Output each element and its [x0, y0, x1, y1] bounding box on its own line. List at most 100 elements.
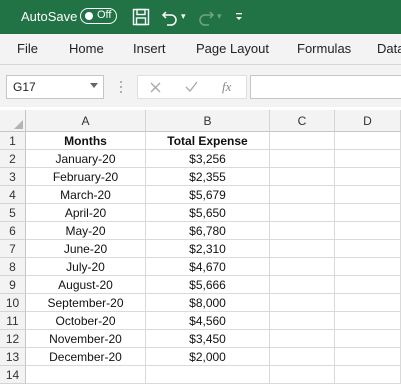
- expense-cell[interactable]: $5,666: [146, 276, 270, 294]
- month-cell[interactable]: February-20: [26, 168, 146, 186]
- empty-cell[interactable]: [270, 240, 335, 258]
- empty-cell[interactable]: [335, 348, 401, 366]
- autosave-state: Off: [97, 9, 112, 21]
- cancel-icon[interactable]: [150, 82, 161, 93]
- empty-cell[interactable]: [335, 132, 401, 150]
- empty-cell[interactable]: [146, 366, 270, 384]
- month-cell[interactable]: May-20: [26, 222, 146, 240]
- empty-cell[interactable]: [335, 222, 401, 240]
- row-header[interactable]: 14: [0, 366, 26, 384]
- month-cell[interactable]: June-20: [26, 240, 146, 258]
- month-cell[interactable]: April-20: [26, 204, 146, 222]
- empty-cell[interactable]: [335, 240, 401, 258]
- row-header[interactable]: 5: [0, 204, 26, 222]
- redo-icon: [199, 11, 215, 26]
- column-header-b[interactable]: B: [146, 110, 270, 132]
- month-cell[interactable]: October-20: [26, 312, 146, 330]
- expense-cell[interactable]: $3,256: [146, 150, 270, 168]
- empty-cell[interactable]: [270, 276, 335, 294]
- formula-input[interactable]: [250, 75, 401, 99]
- empty-cell[interactable]: [270, 186, 335, 204]
- spreadsheet-grid: A B C D 1 Months Total Expense 2 January-20 $…: [0, 110, 401, 390]
- tab-home[interactable]: Home: [69, 41, 104, 56]
- expense-cell[interactable]: $2,355: [146, 168, 270, 186]
- month-cell[interactable]: July-20: [26, 258, 146, 276]
- row-header[interactable]: 12: [0, 330, 26, 348]
- column-header-a[interactable]: A: [26, 110, 146, 132]
- empty-cell[interactable]: [270, 150, 335, 168]
- empty-cell[interactable]: [335, 150, 401, 168]
- empty-cell[interactable]: [335, 366, 401, 384]
- chevron-down-icon[interactable]: [90, 83, 98, 89]
- column-header-d[interactable]: D: [335, 110, 401, 132]
- expense-cell[interactable]: $2,310: [146, 240, 270, 258]
- empty-cell[interactable]: [270, 222, 335, 240]
- month-cell[interactable]: December-20: [26, 348, 146, 366]
- month-cell[interactable]: November-20: [26, 330, 146, 348]
- row-header[interactable]: 7: [0, 240, 26, 258]
- empty-cell[interactable]: [270, 348, 335, 366]
- undo-dropdown-icon[interactable]: ▾: [181, 11, 186, 22]
- row-header[interactable]: 3: [0, 168, 26, 186]
- expense-cell[interactable]: $8,000: [146, 294, 270, 312]
- name-box[interactable]: G17: [6, 75, 104, 99]
- tab-formulas[interactable]: Formulas: [297, 41, 351, 56]
- empty-cell[interactable]: [335, 258, 401, 276]
- expense-cell[interactable]: $4,670: [146, 258, 270, 276]
- empty-cell[interactable]: [335, 168, 401, 186]
- month-cell[interactable]: March-20: [26, 186, 146, 204]
- empty-cell[interactable]: [270, 312, 335, 330]
- row-header[interactable]: 1: [0, 132, 26, 150]
- header-cell-total-expense[interactable]: Total Expense: [146, 132, 270, 150]
- empty-cell[interactable]: [270, 168, 335, 186]
- row-header[interactable]: 2: [0, 150, 26, 168]
- drag-handle-icon[interactable]: [119, 80, 123, 94]
- empty-cell[interactable]: [335, 330, 401, 348]
- empty-cell[interactable]: [335, 294, 401, 312]
- month-cell[interactable]: September-20: [26, 294, 146, 312]
- header-cell-months[interactable]: Months: [26, 132, 146, 150]
- row-header[interactable]: 4: [0, 186, 26, 204]
- select-all-button[interactable]: [0, 110, 26, 132]
- empty-cell[interactable]: [270, 132, 335, 150]
- redo-dropdown-icon: ▾: [217, 11, 222, 21]
- enter-check-icon[interactable]: [185, 81, 198, 93]
- empty-cell[interactable]: [270, 330, 335, 348]
- month-cell[interactable]: January-20: [26, 150, 146, 168]
- row-header[interactable]: 13: [0, 348, 26, 366]
- row-header[interactable]: 9: [0, 276, 26, 294]
- empty-cell[interactable]: [335, 186, 401, 204]
- row-header[interactable]: 11: [0, 312, 26, 330]
- row-header[interactable]: 8: [0, 258, 26, 276]
- empty-cell[interactable]: [270, 294, 335, 312]
- empty-cell[interactable]: [270, 258, 335, 276]
- tab-file[interactable]: File: [17, 41, 38, 56]
- tab-insert[interactable]: Insert: [133, 41, 166, 56]
- name-box-value: G17: [13, 80, 36, 94]
- undo-icon[interactable]: [160, 7, 180, 27]
- empty-cell[interactable]: [335, 312, 401, 330]
- row-header[interactable]: 10: [0, 294, 26, 312]
- expense-cell[interactable]: $2,000: [146, 348, 270, 366]
- save-icon[interactable]: [131, 7, 151, 27]
- tab-page-layout[interactable]: Page Layout: [196, 41, 269, 56]
- formula-bar: G17 fx: [0, 65, 401, 107]
- empty-cell[interactable]: [270, 204, 335, 222]
- column-header-c[interactable]: C: [270, 110, 335, 132]
- empty-cell[interactable]: [26, 366, 146, 384]
- row-header[interactable]: 6: [0, 222, 26, 240]
- empty-cell[interactable]: [335, 276, 401, 294]
- empty-cell[interactable]: [270, 366, 335, 384]
- empty-cell[interactable]: [335, 204, 401, 222]
- customize-toolbar-icon[interactable]: [234, 8, 244, 24]
- insert-function-icon[interactable]: fx: [222, 79, 231, 95]
- month-cell[interactable]: August-20: [26, 276, 146, 294]
- autosave-label: AutoSave: [21, 9, 78, 24]
- expense-cell[interactable]: $6,780: [146, 222, 270, 240]
- expense-cell[interactable]: $5,650: [146, 204, 270, 222]
- tab-data[interactable]: Data: [377, 41, 401, 56]
- expense-cell[interactable]: $4,560: [146, 312, 270, 330]
- expense-cell[interactable]: $5,679: [146, 186, 270, 204]
- autosave-toggle[interactable]: Off: [80, 8, 117, 24]
- expense-cell[interactable]: $3,450: [146, 330, 270, 348]
